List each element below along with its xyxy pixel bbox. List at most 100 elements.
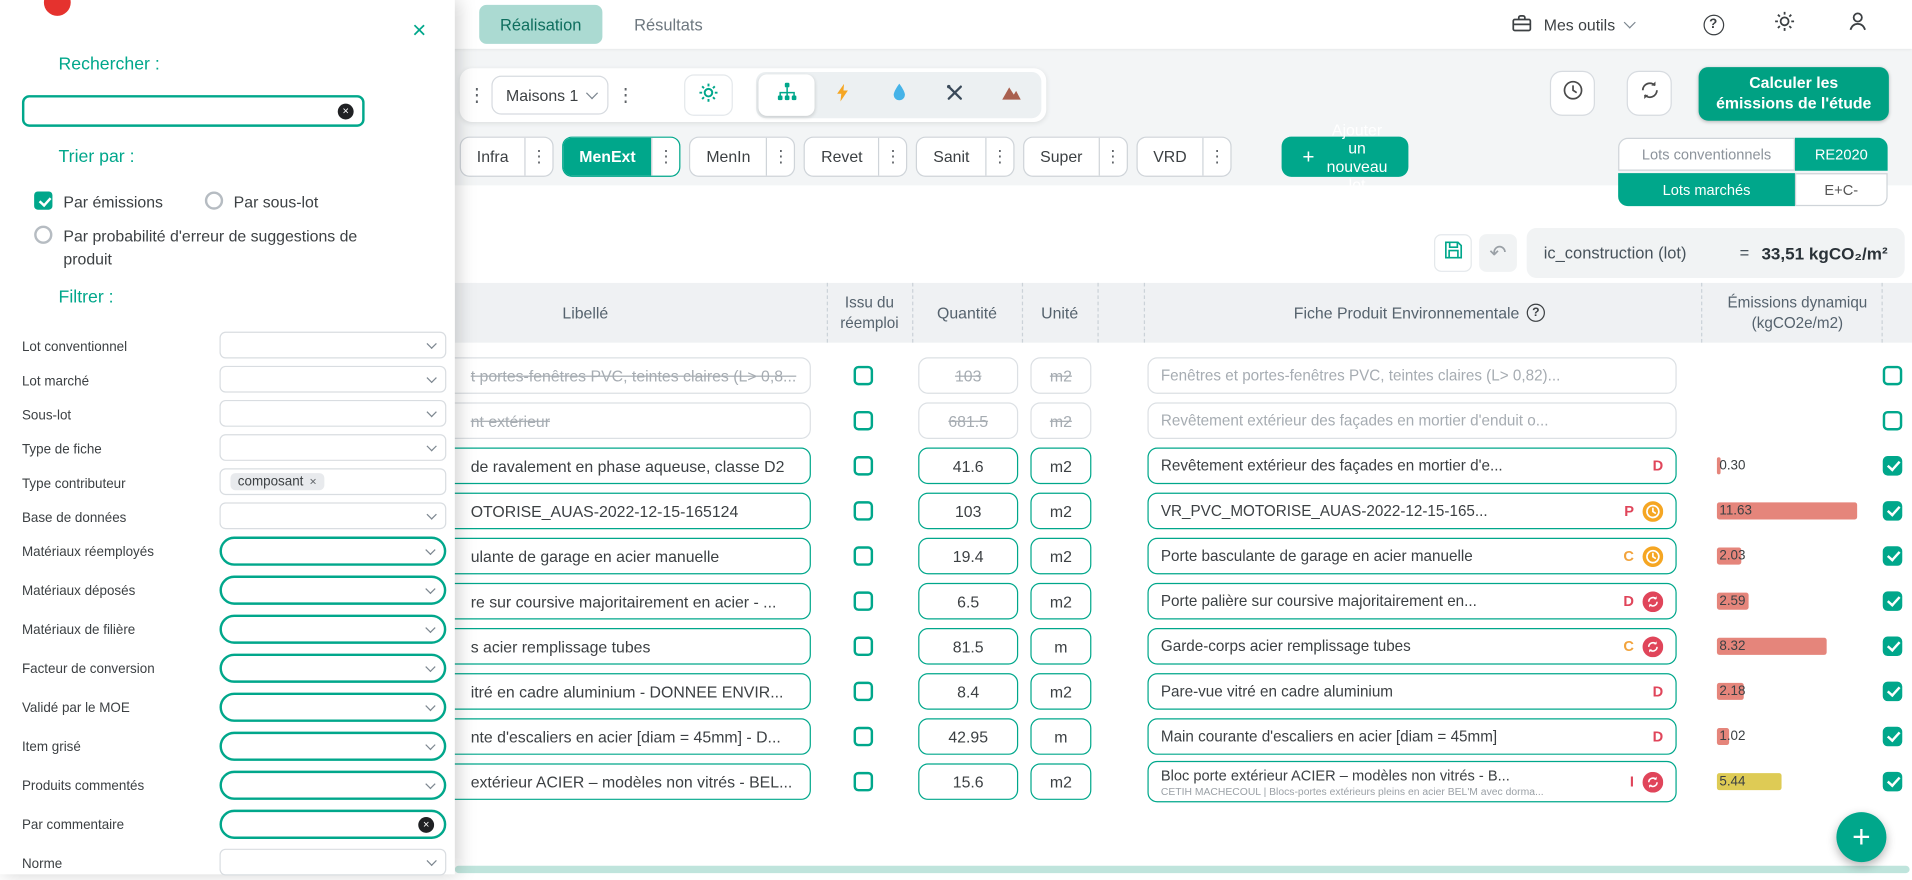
issu-reemploi-checkbox[interactable] <box>853 456 874 476</box>
kebab-menu-icon[interactable]: ⋮ <box>1202 137 1231 176</box>
fpe-input[interactable]: Bloc porte extérieur ACIER – modèles non… <box>1147 760 1677 803</box>
quantite-input[interactable]: 6.5 <box>918 582 1019 620</box>
tab-realisation[interactable]: Réalisation <box>479 4 603 44</box>
filter-select[interactable]: × <box>219 809 447 839</box>
row-select-checkbox[interactable] <box>1882 365 1903 386</box>
quantite-input[interactable]: 42.95 <box>918 718 1019 755</box>
fpe-refresh-icon[interactable] <box>1642 590 1664 612</box>
quantite-input[interactable]: 681.5 <box>918 402 1019 439</box>
filter-select[interactable]: composant × <box>219 468 447 496</box>
kebab-menu-icon[interactable]: ⋮ <box>465 76 489 115</box>
lot-tab[interactable]: Revet ⋮ <box>804 136 908 177</box>
tab-worksite[interactable] <box>927 74 983 115</box>
quantite-input[interactable]: 81.5 <box>918 627 1019 665</box>
tab-terrain[interactable] <box>983 74 1039 115</box>
unite-input[interactable]: m2 <box>1030 537 1092 575</box>
lot-tab[interactable]: Infra ⋮ <box>459 136 554 177</box>
row-select-checkbox[interactable] <box>1882 591 1903 611</box>
lot-tab[interactable]: MenIn ⋮ <box>689 136 796 177</box>
issu-reemploi-checkbox[interactable] <box>853 410 874 431</box>
add-row-fab[interactable]: + <box>1836 812 1887 863</box>
fpe-input[interactable]: Porte palière sur coursive majoritaireme… <box>1147 582 1677 620</box>
filter-select[interactable] <box>219 365 447 393</box>
help-button[interactable]: ? <box>1700 11 1727 38</box>
clear-icon[interactable]: × <box>418 816 435 833</box>
parameters-gear-button[interactable] <box>684 74 733 116</box>
issu-reemploi-checkbox[interactable] <box>853 636 874 657</box>
mode-toggle[interactable]: Lots conventionnels <box>1618 137 1795 171</box>
kebab-menu-icon[interactable]: ⋮ <box>613 76 637 115</box>
horizontal-scrollbar[interactable] <box>454 865 1910 874</box>
issu-reemploi-checkbox[interactable] <box>853 365 874 386</box>
row-select-checkbox[interactable] <box>1882 726 1903 747</box>
quantite-input[interactable]: 41.6 <box>918 447 1019 485</box>
fpe-refresh-icon[interactable] <box>1642 635 1664 657</box>
filter-select[interactable] <box>219 692 447 722</box>
save-button[interactable] <box>1434 234 1472 272</box>
tab-resultats[interactable]: Résultats <box>613 5 723 44</box>
account-button[interactable] <box>1844 11 1871 38</box>
unite-input[interactable]: m2 <box>1030 763 1092 800</box>
filter-select[interactable] <box>219 731 447 761</box>
kebab-menu-icon[interactable]: ⋮ <box>766 137 794 176</box>
lot-tab[interactable]: Sanit ⋮ <box>916 136 1015 177</box>
filter-select[interactable] <box>219 575 447 605</box>
mode-toggle[interactable]: E+C- <box>1794 173 1888 207</box>
undo-button[interactable]: ↶ <box>1479 234 1517 272</box>
settings-button[interactable] <box>1771 11 1798 38</box>
fpe-input[interactable]: Revêtement extérieur des façades en mort… <box>1147 447 1677 485</box>
fpe-input[interactable]: Garde-corps acier remplissage tubes C <box>1147 627 1677 665</box>
unite-input[interactable]: m <box>1030 627 1092 665</box>
issu-reemploi-checkbox[interactable] <box>853 501 874 521</box>
add-lot-button[interactable]: + Ajouter un nouveau lot <box>1281 120 1409 193</box>
kebab-menu-icon[interactable]: ⋮ <box>985 137 1013 176</box>
kebab-menu-icon[interactable]: ⋮ <box>651 137 679 176</box>
filter-select[interactable] <box>219 434 447 461</box>
lot-tab[interactable]: VRD ⋮ <box>1136 136 1232 177</box>
issu-reemploi-checkbox[interactable] <box>853 591 874 611</box>
filter-select[interactable] <box>219 653 447 683</box>
tab-water[interactable] <box>871 74 927 115</box>
calculate-emissions-button[interactable]: Calculer les émissions de l'étude <box>1698 67 1889 121</box>
filter-select[interactable] <box>219 614 447 644</box>
filter-select[interactable] <box>219 770 447 800</box>
refresh-button[interactable] <box>1626 70 1672 116</box>
filter-select[interactable] <box>219 331 447 359</box>
unite-input[interactable]: m <box>1030 718 1092 755</box>
unite-input[interactable]: m2 <box>1030 673 1092 710</box>
unite-input[interactable]: m2 <box>1030 492 1092 530</box>
fpe-input[interactable]: Pare-vue vitré en cadre aluminium D <box>1147 673 1677 710</box>
fpe-input[interactable]: Revêtement extérieur des façades en mort… <box>1147 402 1677 439</box>
issu-reemploi-checkbox[interactable] <box>853 681 874 702</box>
history-button[interactable] <box>1549 70 1595 116</box>
quantite-input[interactable]: 19.4 <box>918 537 1019 575</box>
issu-reemploi-checkbox[interactable] <box>853 546 874 566</box>
row-select-checkbox[interactable] <box>1882 410 1903 431</box>
lot-tab[interactable]: MenExt ⋮ <box>562 136 681 177</box>
mes-outils-menu[interactable]: Mes outils <box>1510 0 1636 49</box>
unite-input[interactable]: m2 <box>1030 582 1092 620</box>
issu-reemploi-checkbox[interactable] <box>853 771 874 792</box>
unite-input[interactable]: m2 <box>1030 447 1092 485</box>
unite-input[interactable]: m2 <box>1030 357 1092 394</box>
mode-toggle[interactable]: RE2020 <box>1794 137 1888 171</box>
row-select-checkbox[interactable] <box>1882 636 1903 657</box>
issu-reemploi-checkbox[interactable] <box>853 726 874 747</box>
tab-energy[interactable] <box>815 74 871 115</box>
chip-remove-icon[interactable]: × <box>309 475 316 488</box>
fpe-input[interactable]: VR_PVC_MOTORISE_AUAS-2022-12-15-165... P <box>1147 492 1677 530</box>
filter-select[interactable] <box>219 502 447 530</box>
fpe-clock-icon[interactable] <box>1642 545 1664 567</box>
quantite-input[interactable]: 15.6 <box>918 763 1019 800</box>
mode-toggle[interactable]: Lots marchés <box>1618 173 1795 207</box>
lot-tab[interactable]: Super ⋮ <box>1023 136 1128 177</box>
unite-input[interactable]: m2 <box>1030 402 1092 439</box>
kebab-menu-icon[interactable]: ⋮ <box>524 137 552 176</box>
fpe-input[interactable]: Fenêtres et portes-fenêtres PVC, teintes… <box>1147 357 1677 394</box>
fpe-refresh-icon[interactable] <box>1642 771 1664 793</box>
row-select-checkbox[interactable] <box>1882 681 1903 702</box>
row-select-checkbox[interactable] <box>1882 771 1903 792</box>
fpe-input[interactable]: Main courante d'escaliers en acier [diam… <box>1147 718 1677 755</box>
filter-select[interactable] <box>219 399 447 427</box>
variant-select[interactable]: Maisons 1 <box>491 75 609 115</box>
